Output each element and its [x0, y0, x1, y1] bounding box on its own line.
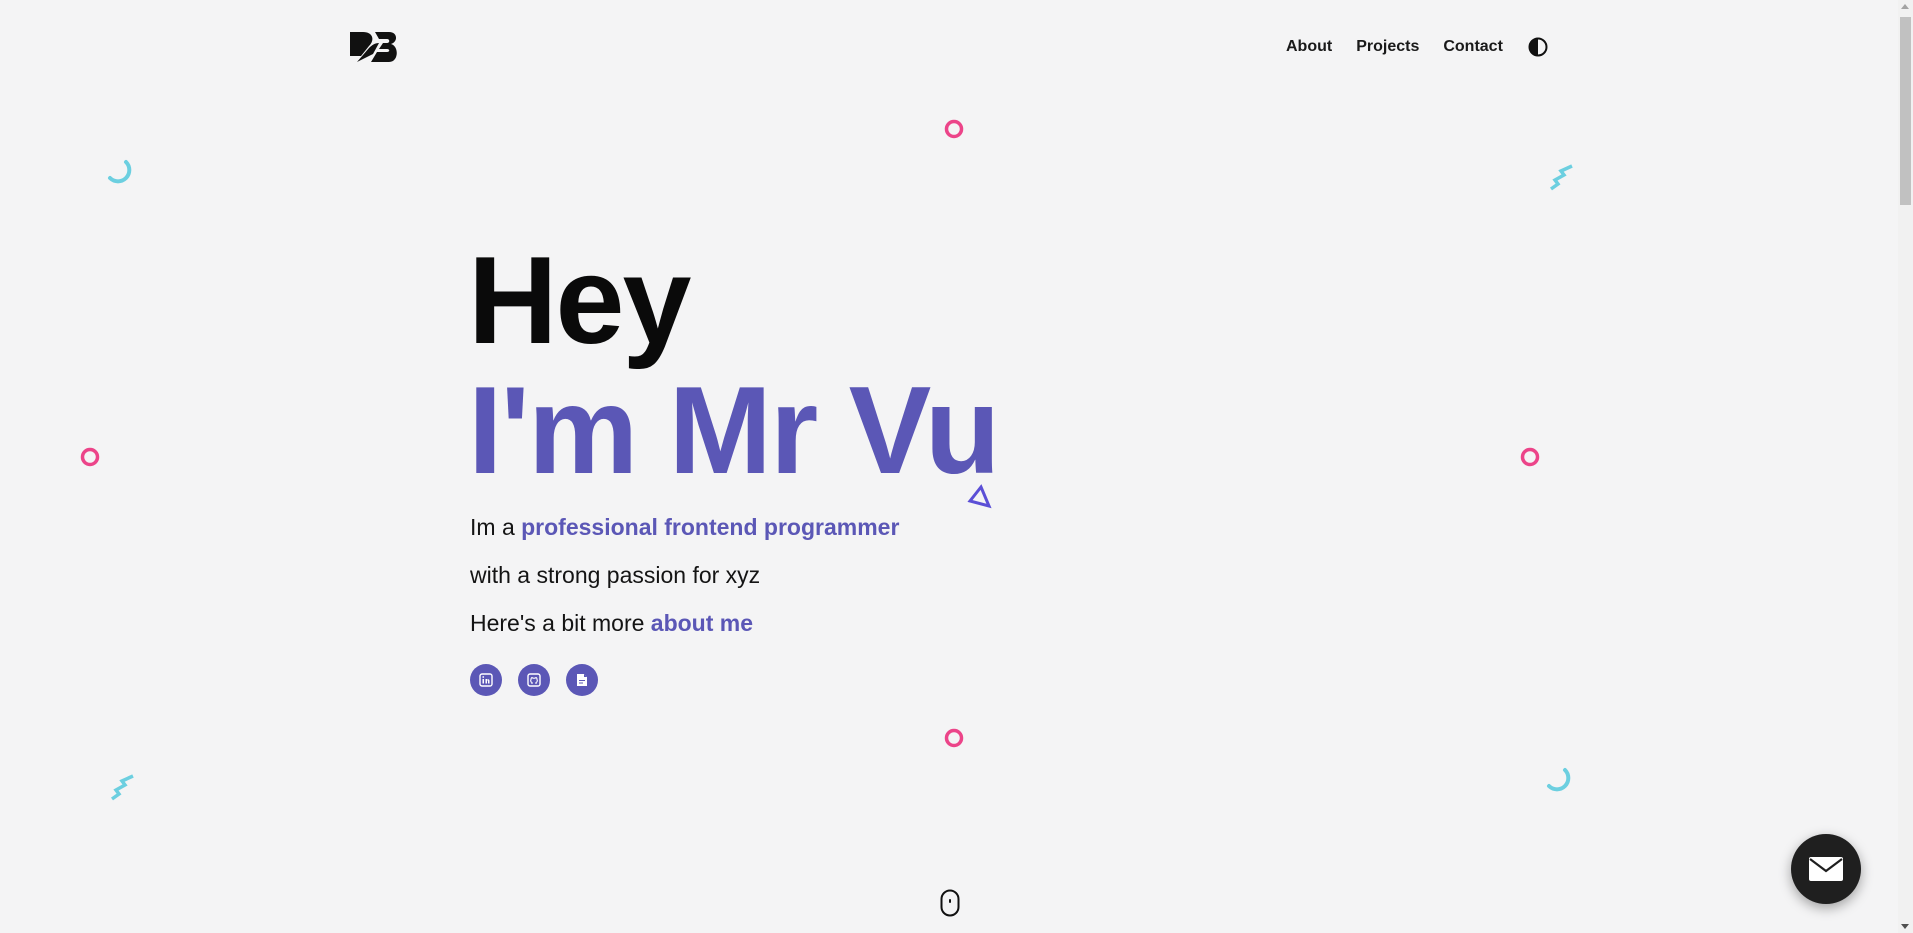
intro-line-2: with a strong passion for xyz [470, 562, 761, 588]
main-nav: About Projects Contact [1286, 36, 1549, 58]
circle-decoration [1520, 447, 1540, 467]
zigzag-decoration [110, 774, 134, 801]
intro-line-3-prefix: Here's a bit more [470, 610, 645, 636]
intro-role: professional frontend programmer [521, 514, 900, 540]
scroll-down-arrow-icon[interactable] [1901, 924, 1909, 929]
scrollbar-thumb[interactable] [1900, 17, 1911, 205]
linkedin-button[interactable] [470, 664, 502, 696]
arc-decoration [108, 160, 132, 184]
social-links [470, 664, 614, 696]
hero-name: I'm Mr Vu [468, 362, 1000, 500]
arc-decoration [1547, 768, 1571, 792]
linkedin-icon [479, 673, 493, 687]
zigzag-decoration [1549, 164, 1573, 191]
mail-button[interactable] [1791, 834, 1861, 904]
circle-decoration [944, 728, 964, 748]
resume-file-icon [577, 674, 587, 686]
logo[interactable] [349, 30, 401, 64]
scroll-up-arrow-icon[interactable] [1901, 4, 1909, 9]
page: About Projects Contact Hey I'm Mr Vu Im … [0, 0, 1913, 933]
hero-greeting: Hey [468, 232, 691, 370]
resume-button[interactable] [566, 664, 598, 696]
github-button[interactable] [518, 664, 550, 696]
triangle-decoration [967, 484, 992, 509]
intro-line-1: Im a professional frontend programmer [470, 514, 899, 541]
github-icon [527, 673, 541, 687]
circle-decoration [80, 447, 100, 467]
scroll-mouse-icon[interactable] [940, 889, 960, 917]
intro-line-3: Here's a bit more about me [470, 610, 753, 637]
about-me-link[interactable]: about me [651, 610, 753, 636]
page-scrollbar[interactable] [1898, 0, 1913, 933]
contrast-icon[interactable] [1527, 36, 1549, 58]
nav-projects[interactable]: Projects [1356, 38, 1419, 56]
circle-decoration [944, 119, 964, 139]
intro-line-1-prefix: Im a [470, 514, 515, 540]
nav-contact[interactable]: Contact [1443, 38, 1503, 56]
nav-about[interactable]: About [1286, 38, 1332, 56]
mail-icon [1809, 857, 1843, 881]
